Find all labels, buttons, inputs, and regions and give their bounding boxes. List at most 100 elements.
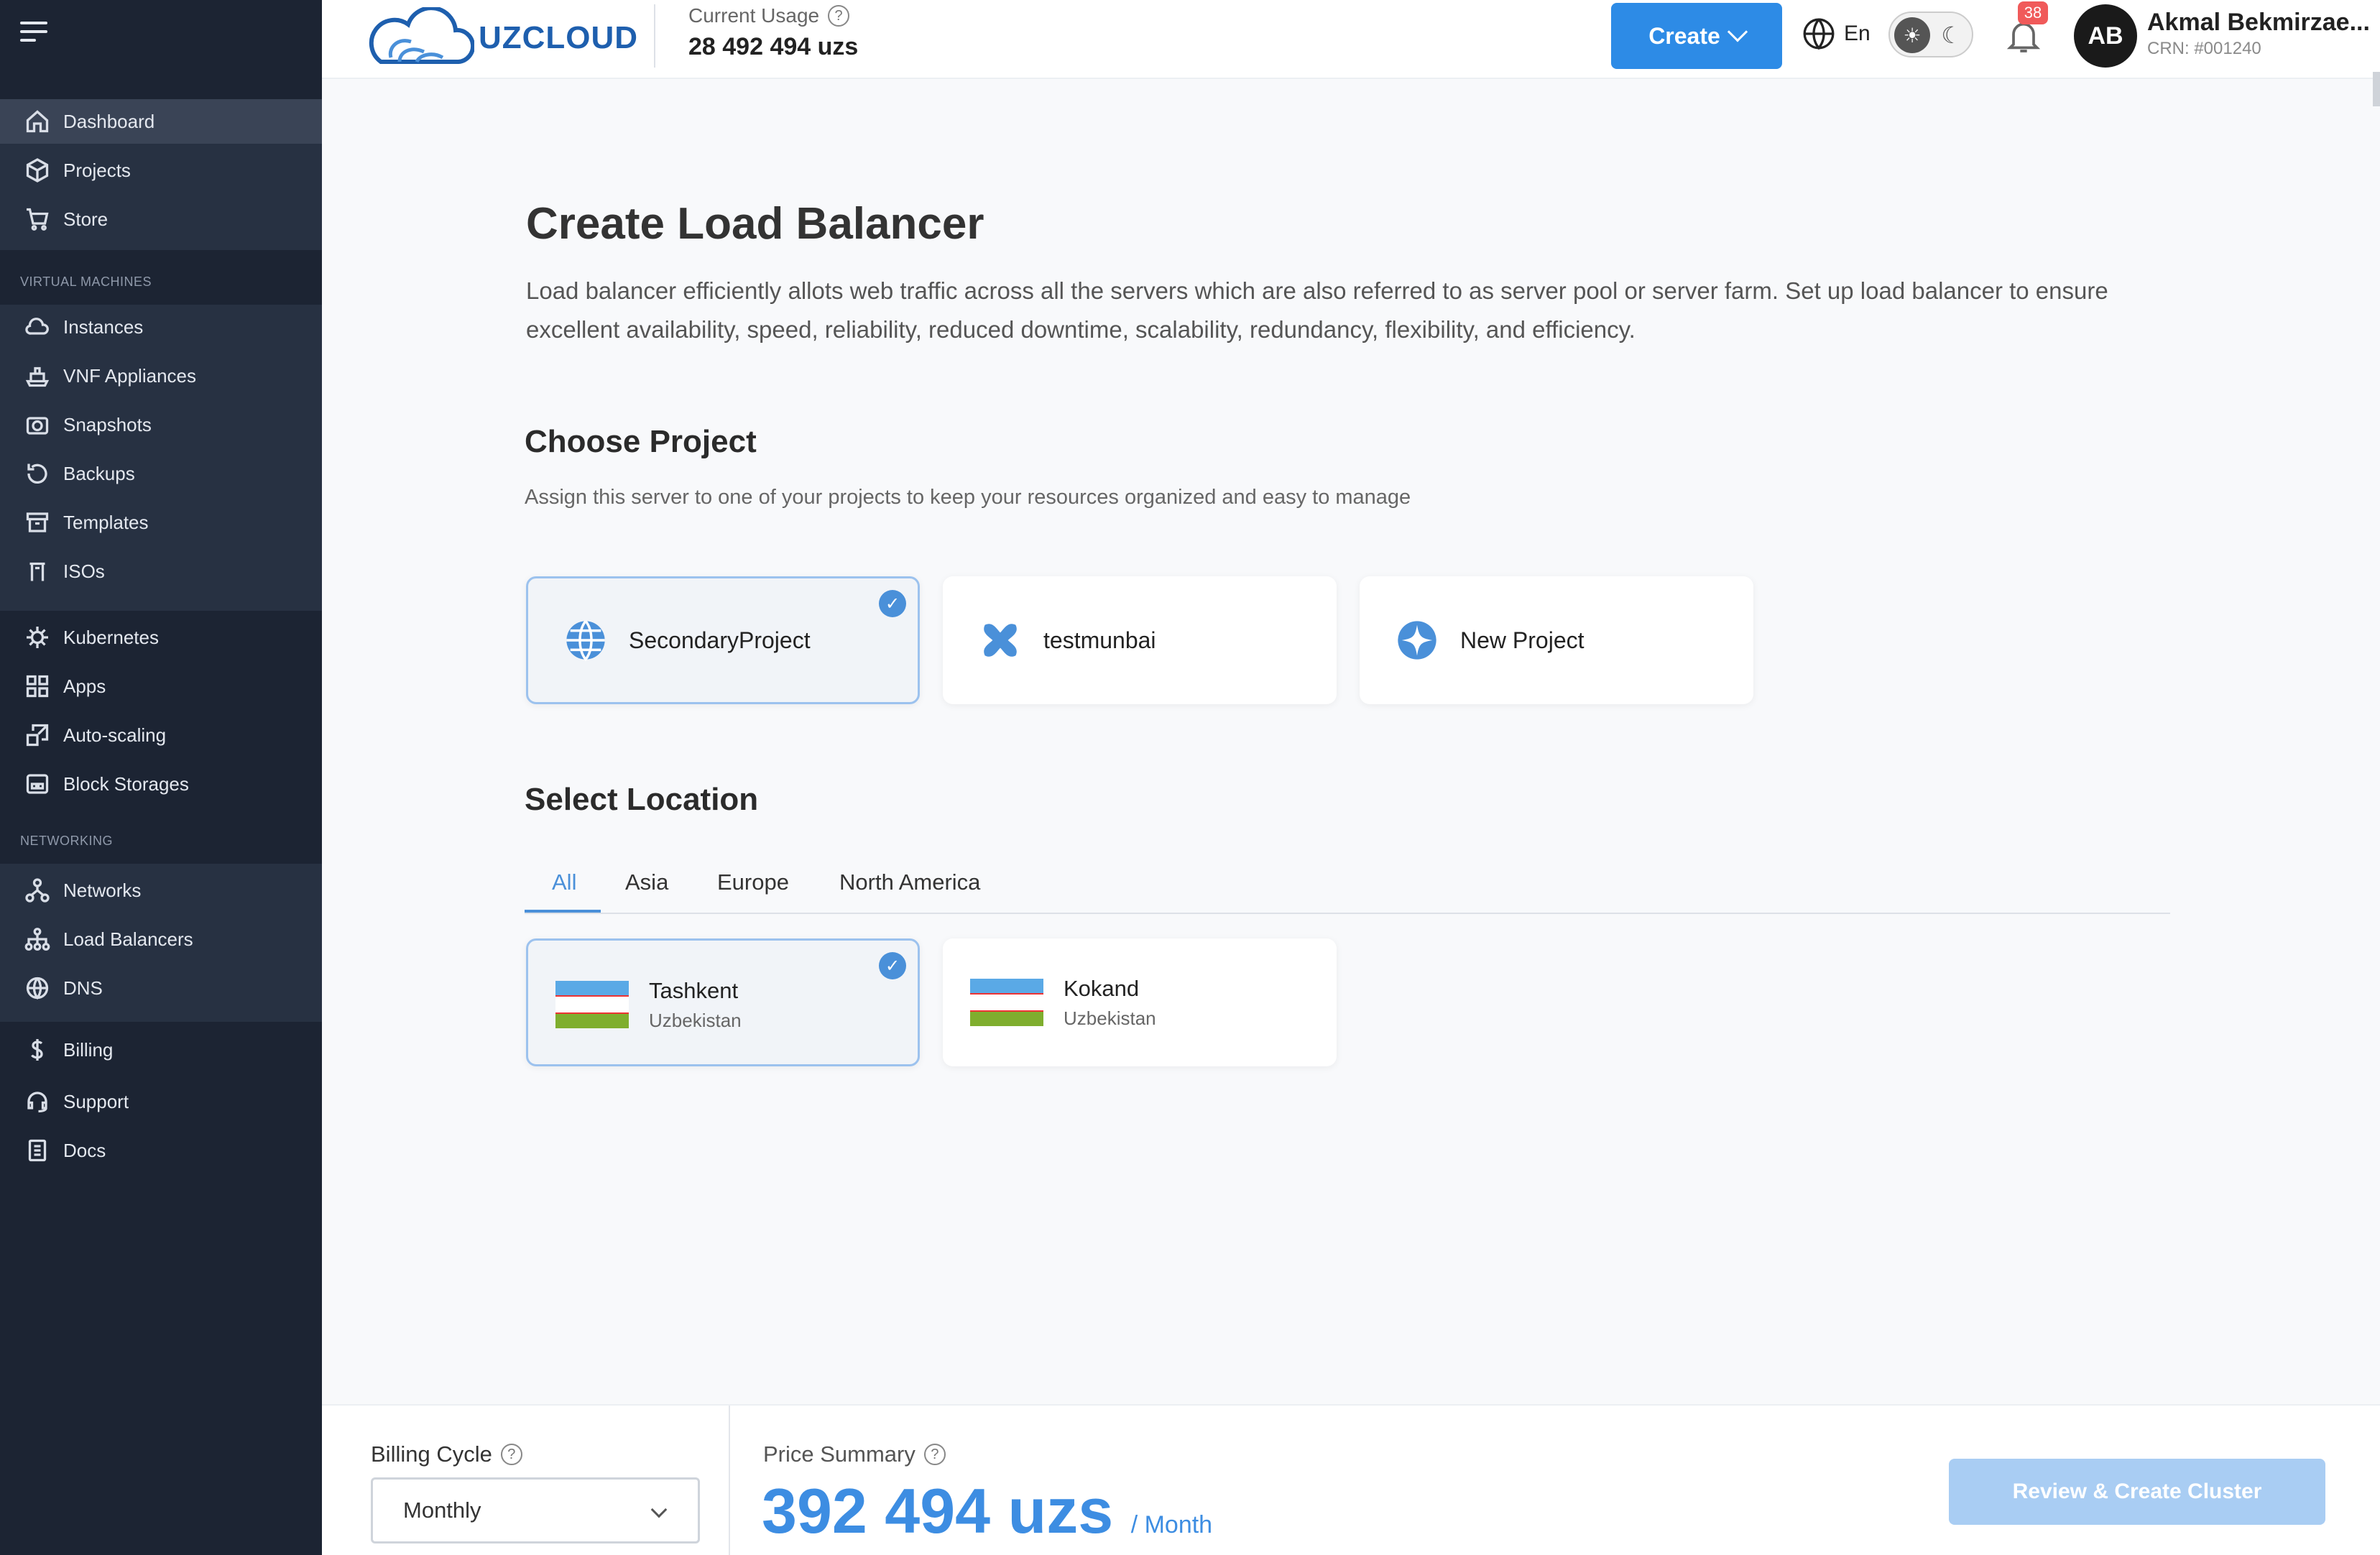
sidebar-item-docs[interactable]: Docs — [0, 1128, 322, 1173]
uzbekistan-flag-icon — [555, 981, 629, 1028]
brand-name: UZCLOUD — [479, 20, 639, 55]
help-icon[interactable]: ? — [923, 1444, 946, 1465]
project-card-new-project[interactable]: New Project — [1360, 576, 1753, 704]
home-icon — [23, 107, 52, 136]
sidebar-item-label: Support — [63, 1090, 129, 1112]
select-location-title: Select Location — [525, 782, 759, 817]
page-description: Load balancer efficiently allots web tra… — [526, 277, 2108, 343]
cloud-logo-icon — [369, 7, 474, 64]
tab-north-america[interactable]: North America — [839, 869, 980, 895]
history-icon — [23, 459, 52, 488]
sparkle-icon — [1398, 621, 1436, 660]
sidebar-item-label: Kubernetes — [63, 626, 159, 648]
grid-icon — [23, 672, 52, 701]
billing-cycle-label: Billing Cycle ? — [371, 1441, 522, 1467]
cloud-icon — [23, 313, 52, 341]
user-name[interactable]: Akmal Bekmirzae... — [2147, 9, 2370, 37]
help-icon[interactable]: ? — [500, 1444, 522, 1465]
sidebar: Dashboard Projects Store VIRTUAL MACHINE… — [0, 0, 322, 1555]
user-crn: CRN: #001240 — [2147, 39, 2261, 58]
chevron-down-icon — [650, 1501, 668, 1518]
sidebar-item-auto-scaling[interactable]: Auto-scaling — [0, 713, 322, 757]
sidebar-item-isos[interactable]: ISOs — [0, 549, 322, 594]
sidebar-group-k8s: Kubernetes Apps Auto-scaling Block Stora… — [0, 611, 322, 808]
sidebar-item-label: Networks — [63, 879, 142, 901]
header-divider — [654, 4, 655, 68]
sidebar-item-label: DNS — [63, 977, 103, 999]
tab-asia[interactable]: Asia — [625, 869, 668, 895]
order-summary-bar: Billing Cycle ? Monthly Price Summary ? … — [322, 1404, 2380, 1555]
current-usage-text: Current Usage — [688, 4, 820, 27]
language-selector[interactable]: En — [1801, 16, 1871, 52]
tab-all[interactable]: All — [552, 869, 576, 895]
billing-cycle-value: Monthly — [403, 1498, 481, 1523]
sidebar-item-templates[interactable]: Templates — [0, 500, 322, 545]
price-summary-text: Price Summary — [763, 1441, 915, 1467]
cube-icon — [23, 156, 52, 185]
billing-cycle-select[interactable]: Monthly — [371, 1477, 700, 1544]
sidebar-item-label: Backups — [63, 462, 135, 484]
create-button[interactable]: Create — [1611, 3, 1782, 69]
sidebar-item-billing[interactable]: Billing — [0, 1028, 322, 1072]
sidebar-item-kubernetes[interactable]: Kubernetes — [0, 615, 322, 660]
cart-icon — [23, 205, 52, 234]
scale-icon — [23, 721, 52, 749]
sidebar-item-label: Store — [63, 208, 109, 230]
sidebar-item-store[interactable]: Store — [0, 197, 322, 241]
sidebar-item-load-balancers[interactable]: Load Balancers — [0, 917, 322, 961]
sidebar-item-label: Docs — [63, 1139, 106, 1161]
language-label: En — [1844, 22, 1871, 45]
dollar-icon — [23, 1035, 52, 1064]
sidebar-item-projects[interactable]: Projects — [0, 148, 322, 193]
sidebar-item-instances[interactable]: Instances — [0, 305, 322, 349]
top-header: UZCLOUD Current Usage ? 28 492 494 uzs C… — [322, 0, 2380, 79]
billing-cycle-text: Billing Cycle — [371, 1441, 492, 1467]
sidebar-item-vnf-appliances[interactable]: VNF Appliances — [0, 354, 322, 398]
sitemap-icon — [23, 925, 52, 954]
location-country: Uzbekistan — [1064, 1007, 1156, 1029]
sidebar-item-support[interactable]: Support — [0, 1079, 322, 1124]
location-tabs: All Asia Europe North America — [525, 862, 2170, 914]
sidebar-item-dns[interactable]: DNS — [0, 966, 322, 1010]
theme-toggle[interactable]: ☀ ☾ — [1888, 11, 1973, 57]
sidebar-item-dashboard[interactable]: Dashboard — [0, 99, 322, 144]
active-tab-indicator — [525, 910, 601, 913]
sun-icon: ☀ — [1894, 17, 1930, 53]
location-city: Tashkent — [649, 978, 739, 1003]
sidebar-item-label: Block Storages — [63, 772, 189, 795]
brand-logo[interactable]: UZCLOUD — [366, 7, 638, 69]
sidebar-item-label: Apps — [63, 675, 106, 697]
sidebar-group-networking: Networks Load Balancers DNS — [0, 864, 322, 1022]
sidebar-item-label: Projects — [63, 159, 131, 181]
globe-icon — [1803, 18, 1835, 50]
sidebar-item-label: Billing — [63, 1038, 114, 1061]
sidebar-item-networks[interactable]: Networks — [0, 868, 322, 913]
camera-icon — [23, 410, 52, 439]
review-create-cluster-button[interactable]: Review & Create Cluster — [1949, 1459, 2325, 1525]
globe-icon — [23, 974, 52, 1002]
sidebar-item-apps[interactable]: Apps — [0, 664, 322, 709]
current-usage-value: 28 492 494 uzs — [688, 33, 859, 60]
project-card-secondaryproject[interactable]: SecondaryProject ✓ — [526, 576, 920, 704]
project-card-testmunbai[interactable]: testmunbai — [943, 576, 1337, 704]
scrollbar-thumb[interactable] — [2373, 72, 2380, 106]
location-card-kokand[interactable]: Kokand Uzbekistan — [943, 938, 1337, 1066]
chevron-down-icon — [1727, 22, 1748, 42]
hamburger-menu-icon[interactable] — [20, 22, 47, 43]
project-card-label: testmunbai — [1043, 627, 1156, 653]
sidebar-item-block-storages[interactable]: Block Storages — [0, 762, 322, 806]
headset-icon — [23, 1087, 52, 1116]
sidebar-item-label: Instances — [63, 315, 144, 338]
sidebar-item-snapshots[interactable]: Snapshots — [0, 402, 322, 447]
tab-europe[interactable]: Europe — [717, 869, 789, 895]
help-icon[interactable]: ? — [828, 5, 850, 27]
avatar[interactable]: AB — [2074, 4, 2137, 68]
storage-icon — [23, 770, 52, 798]
location-card-tashkent[interactable]: Tashkent Uzbekistan ✓ — [526, 938, 920, 1066]
uzbekistan-flag-icon — [970, 979, 1043, 1026]
price-summary-label: Price Summary ? — [763, 1441, 946, 1467]
sidebar-item-backups[interactable]: Backups — [0, 451, 322, 496]
project-card-label: New Project — [1460, 627, 1585, 653]
check-icon: ✓ — [879, 952, 906, 979]
sidebar-item-label: Snapshots — [63, 413, 152, 435]
